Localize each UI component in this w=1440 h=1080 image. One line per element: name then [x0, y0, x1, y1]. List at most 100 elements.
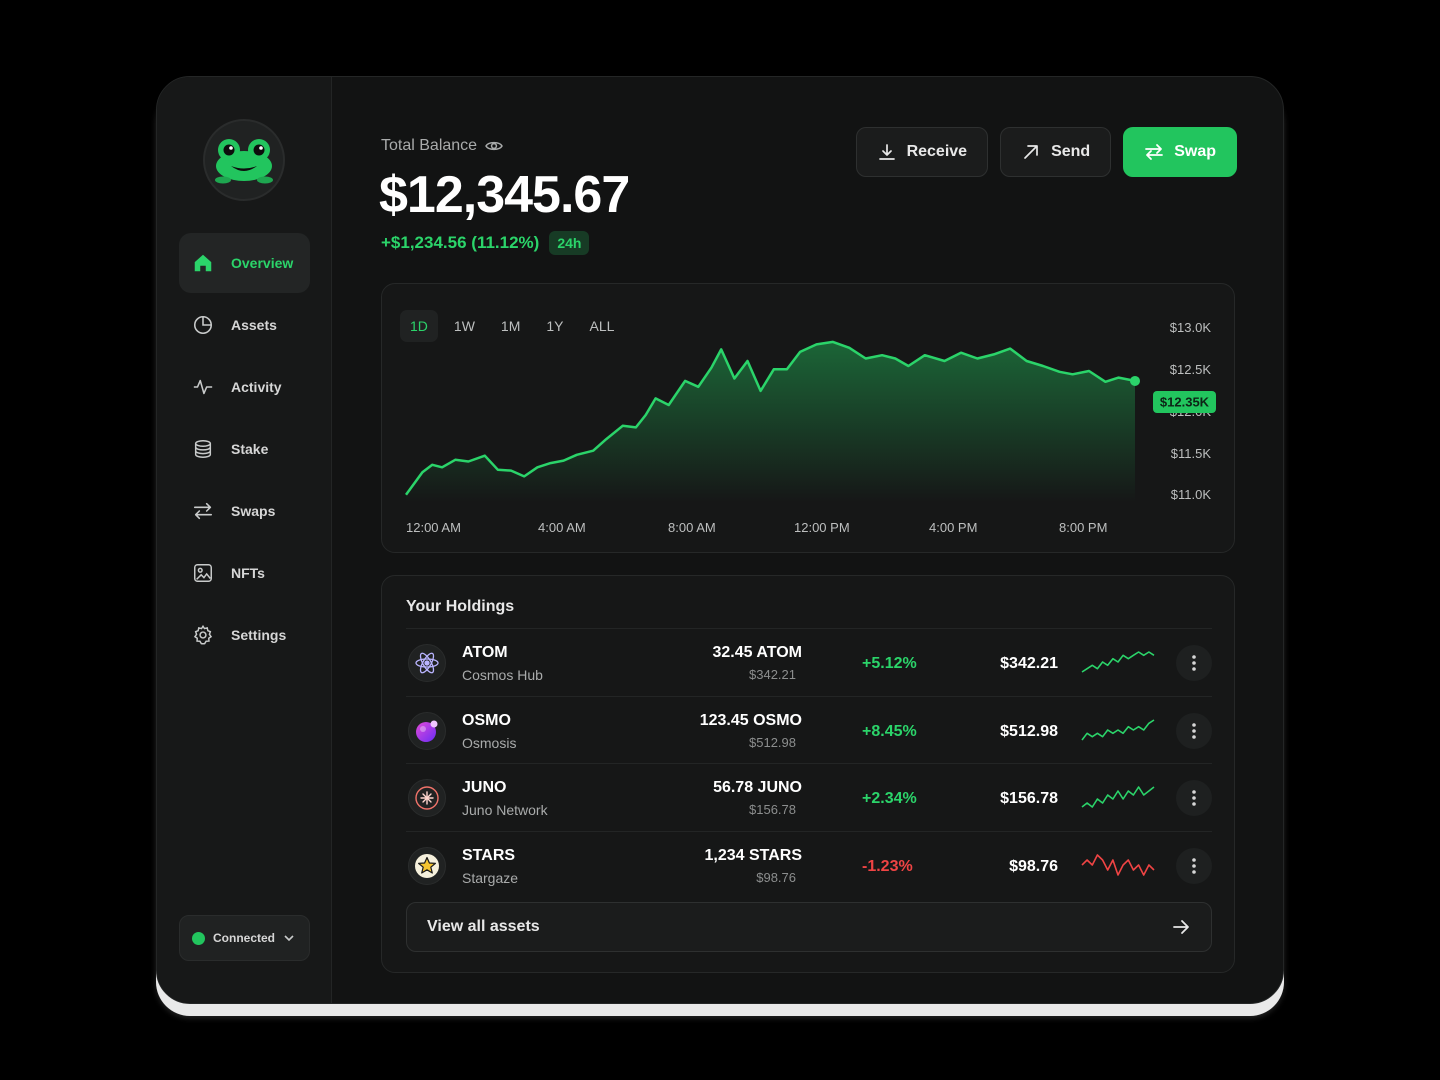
asset-amount: 123.45 OSMO [699, 711, 802, 729]
asset-network: Stargaze [462, 869, 519, 886]
holdings-title: Your Holdings [406, 598, 515, 615]
eye-icon[interactable] [485, 139, 503, 153]
x-tick-label: 4:00 PM [929, 520, 977, 535]
period-badge: 24h [549, 231, 590, 255]
current-value-label: $12.35K [1160, 395, 1210, 410]
sidebar-item-label: Activity [231, 379, 282, 395]
sparkline [1081, 853, 1155, 876]
receive-button[interactable]: Receive [855, 127, 989, 177]
chart-area-fill [406, 341, 1135, 502]
sidebar-item-label: Stake [231, 441, 269, 457]
asset-change: +5.12% [862, 655, 917, 672]
view-all-label: View all assets [427, 918, 540, 935]
more-vertical-icon [1192, 655, 1196, 671]
y-tick-label: $13.0K [1170, 320, 1212, 335]
sidebar-item-swaps[interactable]: Swaps [179, 481, 310, 541]
sidebar-item-overview[interactable]: Overview [179, 233, 310, 293]
y-tick-label: $11.5K [1171, 446, 1212, 461]
more-options-button[interactable] [1176, 712, 1212, 749]
table-row[interactable]: STARS Stargaze 1,234 STARS $98.76 -1.23%… [406, 830, 1212, 899]
asset-amount-usd: $342.21 [749, 667, 796, 682]
swap-icon [191, 499, 215, 523]
asset-value: $156.78 [1000, 790, 1058, 807]
gear-icon [191, 623, 215, 647]
holdings-list: ATOM Cosmos Hub 32.45 ATOM $342.21 +5.12… [406, 628, 1212, 898]
asset-symbol: ATOM [462, 644, 508, 661]
total-balance: $12,345.67 [379, 166, 630, 224]
asset-amount-usd: $156.78 [749, 802, 796, 817]
sidebar: Overview Assets Activity Stake Swaps NFT… [157, 77, 332, 1003]
asset-value: $98.76 [1009, 857, 1058, 875]
sidebar-item-settings[interactable]: Settings [179, 605, 310, 665]
holdings-card: Your Holdings ATOM Cosmos Hub 32.45 ATOM… [381, 575, 1235, 973]
range-tab-1y[interactable]: 1Y [536, 310, 573, 342]
more-options-button[interactable] [1176, 645, 1212, 681]
more-vertical-icon [1192, 790, 1196, 806]
frog-icon [215, 139, 273, 184]
time-range-tabs: 1D 1W 1M 1Y ALL [400, 310, 624, 342]
more-vertical-icon [1192, 722, 1196, 739]
y-tick-label: $11.0K [1171, 487, 1212, 502]
asset-amount: 1,234 STARS [704, 846, 802, 864]
activity-icon [191, 375, 215, 399]
sidebar-item-nfts[interactable]: NFTs [179, 543, 310, 603]
table-row[interactable]: OSMO Osmosis 123.45 OSMO $512.98 +8.45% … [406, 695, 1212, 764]
frog-logo [203, 119, 285, 201]
status-dot [192, 931, 205, 945]
chart-current-point[interactable] [1130, 375, 1140, 386]
sparkline [1081, 786, 1155, 808]
connection-dropdown[interactable]: Connected [179, 915, 310, 961]
range-tab-1w[interactable]: 1W [444, 310, 485, 342]
arrow-right-icon [1173, 920, 1189, 934]
sparkline [1081, 651, 1155, 673]
asset-symbol: STARS [462, 846, 516, 864]
sidebar-item-label: NFTs [231, 565, 265, 581]
x-tick-label: 12:00 PM [794, 520, 850, 535]
sparkline [1081, 718, 1155, 740]
asset-network: Juno Network [462, 802, 548, 818]
receive-label: Receive [906, 143, 968, 160]
more-vertical-icon [1192, 857, 1196, 874]
balance-change-text: +$1,234.56 (11.12%) [381, 233, 540, 252]
sidebar-item-label: Settings [231, 627, 287, 643]
juno-icon [408, 779, 446, 817]
range-tab-all[interactable]: ALL [579, 310, 624, 342]
asset-change: +2.34% [862, 790, 917, 807]
asset-value: $342.21 [1000, 655, 1058, 672]
pie-chart-icon [191, 313, 215, 337]
view-all-assets-button[interactable]: View all assets [406, 902, 1212, 952]
range-tab-1d[interactable]: 1D [400, 310, 438, 342]
atom-icon [408, 644, 446, 682]
arrow-up-right-icon [1024, 145, 1038, 159]
sidebar-item-label: Swaps [231, 503, 276, 519]
app-window: Overview Assets Activity Stake Swaps NFT… [156, 76, 1284, 1004]
swap-icon [1145, 144, 1164, 160]
asset-symbol: OSMO [462, 711, 511, 729]
asset-change: -1.23% [862, 857, 913, 875]
x-tick-label: 8:00 PM [1059, 520, 1107, 535]
main-content: Total Balance $12,345.67 +$1,234.56 (11.… [333, 77, 1283, 1003]
asset-change: +8.45% [862, 722, 917, 740]
range-tab-1m[interactable]: 1M [491, 310, 530, 342]
balance-chart-card: $13.0K $12.5K $12.0K $11.5K $11.0K $12.3… [381, 283, 1235, 553]
more-options-button[interactable] [1176, 780, 1212, 816]
balance-label: Total Balance [381, 137, 503, 155]
sidebar-item-label: Overview [231, 255, 294, 271]
star-icon [408, 846, 446, 885]
sidebar-item-activity[interactable]: Activity [179, 357, 310, 417]
swap-button[interactable]: Swap [1123, 127, 1237, 177]
send-button[interactable]: Send [1000, 127, 1112, 177]
asset-amount-usd: $98.76 [756, 869, 796, 885]
asset-amount: 56.78 JUNO [713, 779, 802, 796]
connection-label: Connected [213, 931, 276, 945]
table-row[interactable]: JUNO Juno Network 56.78 JUNO $156.78 +2.… [406, 763, 1212, 831]
sidebar-item-stake[interactable]: Stake [179, 419, 310, 479]
asset-network: Osmosis [462, 734, 517, 751]
x-tick-label: 12:00 AM [406, 520, 461, 535]
x-tick-label: 8:00 AM [668, 520, 716, 535]
sidebar-item-assets[interactable]: Assets [179, 295, 310, 355]
osmosis-icon [408, 711, 446, 750]
sidebar-nav: Overview Assets Activity Stake Swaps NFT… [179, 233, 310, 667]
more-options-button[interactable] [1176, 847, 1212, 884]
table-row[interactable]: ATOM Cosmos Hub 32.45 ATOM $342.21 +5.12… [406, 628, 1212, 696]
